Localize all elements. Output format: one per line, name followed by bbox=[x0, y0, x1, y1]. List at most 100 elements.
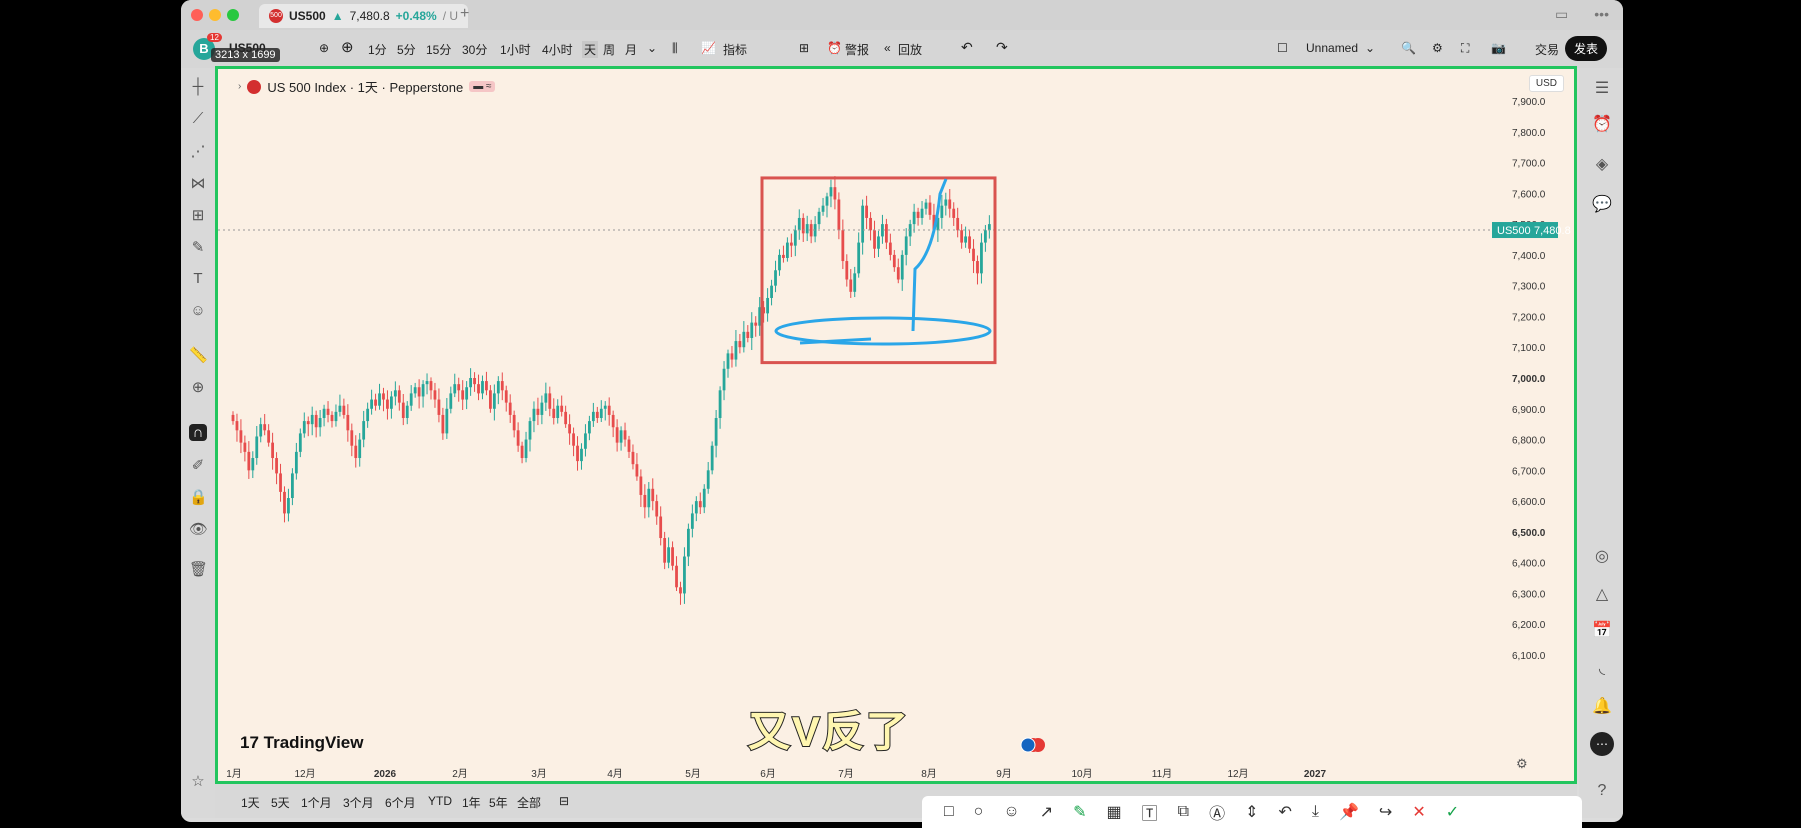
undo-icon[interactable]: ↶ bbox=[961, 39, 973, 56]
range-5y[interactable]: 5年 bbox=[489, 794, 508, 811]
minimize-window-button[interactable] bbox=[209, 9, 221, 21]
share-icon[interactable]: ↪ bbox=[1379, 802, 1392, 822]
stay-drawing-icon[interactable]: ✐ bbox=[189, 456, 207, 474]
close-window-button[interactable] bbox=[191, 9, 203, 21]
help-icon[interactable]: ? bbox=[1592, 782, 1612, 800]
range-ytd[interactable]: YTD bbox=[428, 794, 452, 808]
target-icon[interactable]: ◎ bbox=[1592, 546, 1612, 566]
event-flags[interactable] bbox=[1020, 737, 1045, 753]
rectangle-tool-icon[interactable]: □ bbox=[944, 803, 954, 821]
layout-name[interactable]: Unnamed bbox=[1306, 41, 1358, 55]
pin-icon[interactable]: 📌 bbox=[1339, 802, 1359, 822]
undo-icon[interactable]: ↶ bbox=[1279, 802, 1292, 822]
more-icon[interactable]: ••• bbox=[1594, 6, 1609, 23]
gear-icon[interactable]: ⚙ bbox=[1432, 41, 1443, 55]
chevron-down-icon[interactable]: ⌄ bbox=[1365, 41, 1375, 55]
templates-icon[interactable]: ⊞ bbox=[799, 41, 809, 55]
maximize-window-button[interactable] bbox=[227, 9, 239, 21]
y-tick-label: 6,600.0 bbox=[1512, 497, 1546, 508]
apps-icon[interactable]: ⋯ bbox=[1590, 732, 1614, 756]
cancel-icon[interactable]: ✕ bbox=[1412, 802, 1425, 822]
alarm-icon[interactable]: ⏰ bbox=[1592, 114, 1612, 134]
browser-tab[interactable]: 500 US500 ▲ 7,480.8 +0.48% / U bbox=[259, 4, 469, 28]
chat-icon[interactable]: 💬 bbox=[1592, 194, 1612, 214]
zoom-in-icon[interactable]: ⊕ bbox=[189, 378, 207, 396]
watchlist-icon[interactable]: ☰ bbox=[1592, 78, 1612, 98]
range-1y[interactable]: 1年 bbox=[462, 794, 481, 811]
long-capture-icon[interactable]: ⇕ bbox=[1245, 802, 1258, 822]
range-all[interactable]: 全部 bbox=[517, 794, 541, 811]
trash-icon[interactable]: 🗑 bbox=[189, 560, 208, 578]
lock-icon[interactable]: 🔒 bbox=[189, 488, 208, 506]
go-to-date-icon[interactable]: ⊟ bbox=[559, 794, 569, 808]
redo-icon[interactable]: ↷ bbox=[996, 39, 1008, 56]
interval-15m[interactable]: 15分 bbox=[426, 41, 451, 58]
range-1m[interactable]: 1个月 bbox=[301, 794, 332, 811]
save-icon[interactable]: ⤓ bbox=[1312, 803, 1319, 821]
indicators-icon[interactable]: 📈 bbox=[701, 41, 716, 55]
pattern-icon[interactable]: ⋈ bbox=[189, 174, 207, 192]
interval-1m[interactable]: 1分 bbox=[368, 41, 387, 58]
interval-1d[interactable]: 天 bbox=[582, 41, 599, 58]
favorites-icon[interactable]: ☆ bbox=[189, 772, 207, 790]
text-tool-icon[interactable]: T bbox=[189, 270, 207, 287]
range-3m[interactable]: 3个月 bbox=[343, 794, 374, 811]
candle-body bbox=[952, 208, 956, 218]
compare-icon[interactable]: ⊕ bbox=[319, 41, 329, 55]
fib-icon[interactable]: ⋰ bbox=[189, 142, 207, 160]
layout-icon[interactable]: ☐ bbox=[1277, 41, 1288, 55]
chevron-down-icon[interactable]: ⌄ bbox=[647, 41, 657, 55]
text-tool-icon[interactable]: 🅃 bbox=[1142, 800, 1158, 824]
news-icon[interactable]: ◟ bbox=[1592, 658, 1612, 678]
interval-5m[interactable]: 5分 bbox=[397, 41, 416, 58]
interval-1h[interactable]: 1小时 bbox=[500, 41, 531, 58]
crosshair-icon[interactable]: ┼ bbox=[189, 78, 207, 95]
mosaic-tool-icon[interactable]: ▦ bbox=[1107, 802, 1122, 822]
alert-button[interactable]: 警报 bbox=[845, 41, 869, 58]
camera-icon[interactable]: 📷 bbox=[1491, 41, 1506, 55]
chart-area[interactable]: › US 500 Index · 1天 · Pepperstone ▬ ≈ US… bbox=[215, 66, 1577, 784]
indicators-button[interactable]: 指标 bbox=[723, 41, 747, 58]
replay-icon[interactable]: « bbox=[884, 41, 891, 55]
eye-icon[interactable]: 👁 bbox=[189, 520, 208, 538]
interval-1w[interactable]: 周 bbox=[603, 41, 615, 58]
layers-icon[interactable]: ◈ bbox=[1592, 154, 1612, 174]
interval-4h[interactable]: 4小时 bbox=[542, 41, 573, 58]
ideas-icon[interactable]: △ bbox=[1592, 584, 1612, 604]
axis-settings-icon[interactable]: ⚙ bbox=[1516, 756, 1528, 771]
publish-button[interactable]: 发表 bbox=[1564, 36, 1607, 61]
circle-tool-icon[interactable]: ○ bbox=[974, 803, 984, 821]
measure-icon[interactable]: ⊞ bbox=[189, 206, 207, 224]
candle-body bbox=[809, 224, 813, 237]
interval-30m[interactable]: 30分 bbox=[462, 41, 487, 58]
magnet-icon[interactable]: ∩ bbox=[189, 424, 207, 441]
window-layout-icon[interactable]: ▭ bbox=[1555, 6, 1568, 23]
bell-icon[interactable]: 🔔 bbox=[1592, 696, 1612, 716]
trade-button[interactable]: 交易 bbox=[1535, 41, 1559, 58]
candle-body bbox=[718, 390, 722, 419]
replay-button[interactable]: 回放 bbox=[898, 41, 922, 58]
range-1d[interactable]: 1天 bbox=[241, 794, 260, 811]
confirm-icon[interactable]: ✓ bbox=[1446, 802, 1459, 822]
range-6m[interactable]: 6个月 bbox=[385, 794, 416, 811]
support-ellipse[interactable] bbox=[774, 316, 992, 346]
candle-type-icon[interactable]: ⫼ bbox=[672, 41, 678, 56]
new-tab-icon[interactable]: + bbox=[460, 5, 469, 23]
ocr-icon[interactable]: Ⓐ bbox=[1209, 800, 1225, 824]
pen-tool-icon[interactable]: ✎ bbox=[1073, 802, 1086, 822]
translate-icon[interactable]: ⧉ bbox=[1178, 803, 1189, 821]
fullscreen-icon[interactable]: ⛶ bbox=[1461, 41, 1469, 56]
trend-line-icon[interactable]: ⟋ bbox=[189, 110, 207, 127]
emoji-tool-icon[interactable]: ☺ bbox=[1003, 803, 1019, 821]
arrow-tool-icon[interactable]: ↗ bbox=[1040, 802, 1053, 822]
range-5d[interactable]: 5天 bbox=[271, 794, 290, 811]
search-icon[interactable]: 🔍 bbox=[1401, 41, 1416, 55]
annotation-box[interactable] bbox=[760, 176, 997, 365]
brush-icon[interactable]: ✎ bbox=[189, 238, 207, 256]
ruler-icon[interactable]: 📏 bbox=[189, 346, 208, 364]
interval-1mo[interactable]: 月 bbox=[625, 41, 637, 58]
alert-icon[interactable]: ⏰ bbox=[827, 41, 842, 55]
emoji-icon[interactable]: ☺ bbox=[189, 302, 207, 319]
calendar-icon[interactable]: 📅 bbox=[1592, 620, 1612, 640]
add-symbol-icon[interactable]: ⊕ bbox=[341, 38, 354, 56]
